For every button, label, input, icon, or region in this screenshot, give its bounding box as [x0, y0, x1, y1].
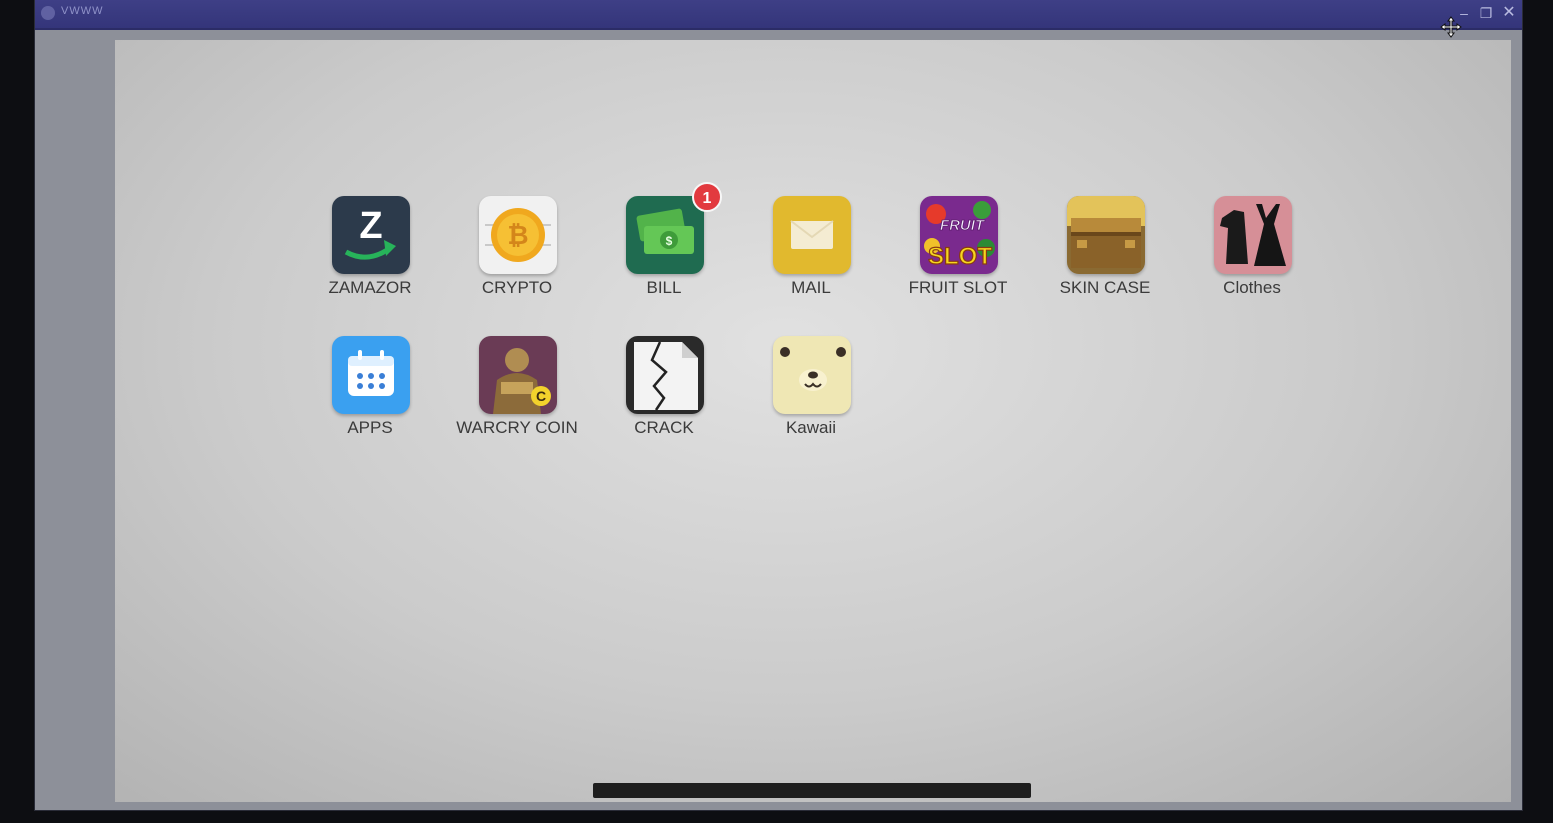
app-fruit-slot[interactable]: FRUIT SLOT FRUIT SLOT	[888, 196, 1028, 316]
app-label: BILL	[646, 278, 682, 297]
window-app-icon	[41, 6, 55, 20]
svg-text:₿: ₿	[507, 220, 528, 250]
app-crypto[interactable]: ₿ CRYPTO	[447, 196, 587, 316]
app-crack[interactable]: CRACK	[594, 336, 734, 456]
envelope-icon	[773, 196, 851, 274]
app-bill[interactable]: $ 1 BILL	[594, 182, 734, 316]
fruit-slot-icon-text-top: FRUIT	[940, 217, 986, 234]
app-warcry-coin[interactable]: C WARCRY COIN	[447, 336, 587, 456]
svg-text:$: $	[666, 234, 673, 248]
fruit-slot-icon: FRUIT SLOT	[920, 196, 998, 274]
treasure-chest-icon	[1067, 196, 1145, 274]
money-bills-icon: $	[626, 196, 704, 274]
app-label: MAIL	[791, 278, 831, 297]
app-label: FRUIT SLOT	[908, 278, 1008, 297]
app-label: SKIN CASE	[1059, 278, 1151, 297]
app-skin-case[interactable]: SKIN CASE	[1035, 196, 1175, 316]
warrior-coin-icon: C	[479, 336, 557, 414]
zamazor-icon: Z	[332, 196, 410, 274]
app-kawaii[interactable]: Kawaii	[741, 336, 881, 456]
notification-badge: 1	[692, 182, 722, 212]
close-button[interactable]: ✕	[1500, 4, 1518, 22]
svg-text:C: C	[536, 388, 546, 404]
cracked-file-icon	[626, 336, 704, 414]
app-label: WARCRY COIN	[456, 418, 578, 437]
app-window: VWWW – ❐ ✕ Z ZAMAZOR ₿ CRYPTO $ 1 BILL M…	[35, 0, 1522, 810]
app-zamazor[interactable]: Z ZAMAZOR	[300, 196, 440, 316]
desktop-screen: Z ZAMAZOR ₿ CRYPTO $ 1 BILL MAIL FRUIT S…	[115, 40, 1511, 802]
window-title: VWWW	[61, 5, 104, 17]
maximize-button[interactable]: ❐	[1477, 4, 1495, 22]
bear-face-icon	[773, 336, 851, 414]
app-mail[interactable]: MAIL	[741, 196, 881, 316]
app-label: Clothes	[1223, 278, 1281, 297]
app-apps[interactable]: APPS	[300, 336, 440, 456]
app-label: APPS	[347, 418, 393, 437]
title-bar[interactable]: VWWW – ❐ ✕	[35, 0, 1522, 38]
app-label: CRYPTO	[481, 278, 553, 297]
fruit-slot-icon-text-bottom: SLOT	[928, 243, 992, 270]
home-indicator-bar[interactable]	[593, 783, 1031, 798]
monitor-bezel: VWWW – ❐ ✕ Z ZAMAZOR ₿ CRYPTO $ 1 BILL M…	[0, 0, 1553, 823]
clothes-icon	[1214, 196, 1292, 274]
app-label: Kawaii	[785, 418, 837, 437]
app-label: ZAMAZOR	[328, 278, 412, 297]
svg-text:Z: Z	[359, 205, 382, 247]
app-clothes[interactable]: Clothes	[1182, 196, 1322, 316]
move-cursor-icon	[1440, 16, 1462, 38]
app-label: CRACK	[634, 418, 694, 437]
bitcoin-coin-icon: ₿	[479, 196, 557, 274]
calendar-icon	[332, 336, 410, 414]
